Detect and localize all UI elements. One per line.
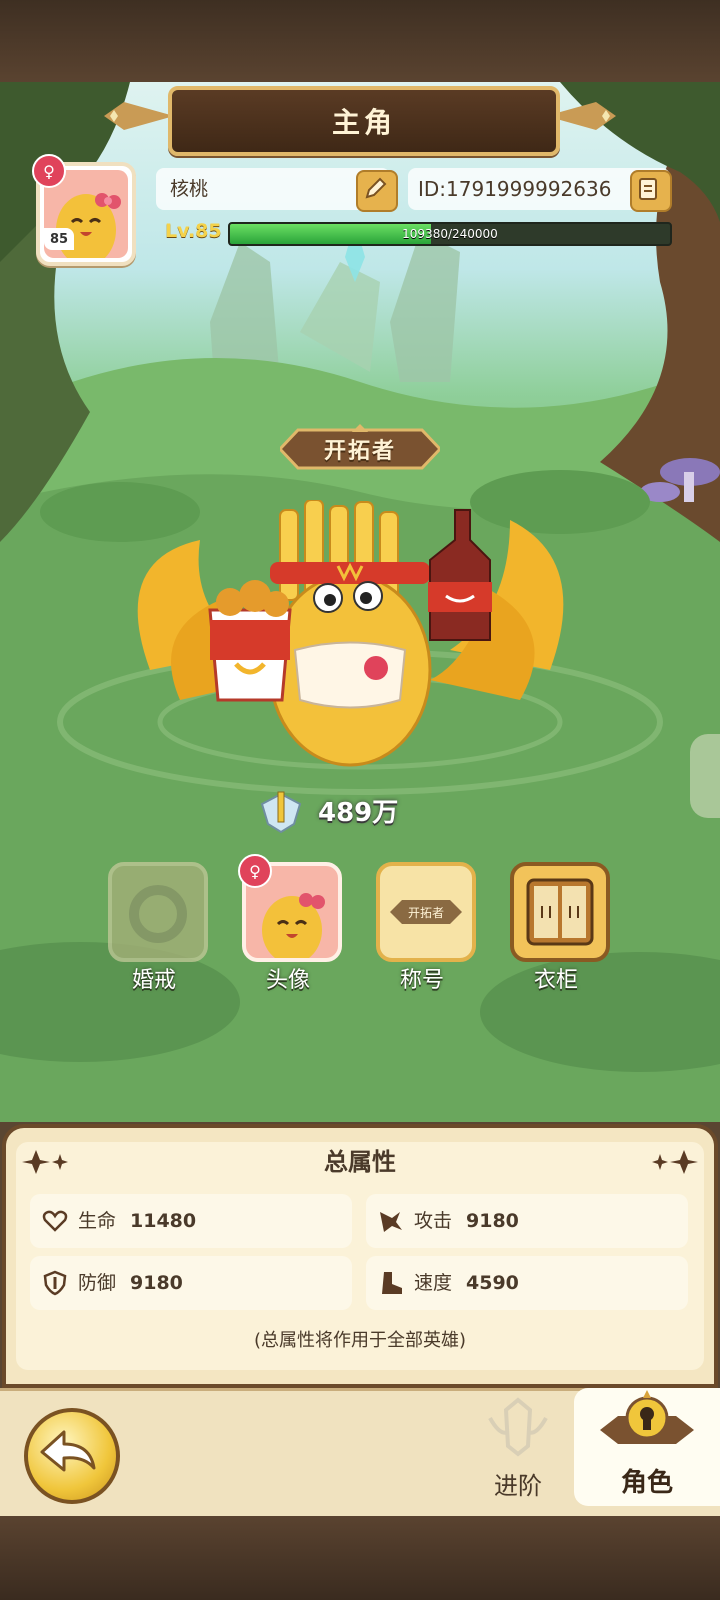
stat-hp-value: 11480 [130, 1210, 197, 1232]
title-icon: 开拓者 [390, 900, 462, 924]
avatar-level: 85 [44, 228, 74, 250]
copy-icon [639, 178, 657, 200]
stat-speed-value: 4590 [466, 1272, 519, 1294]
bottom-band [0, 1516, 720, 1600]
heart-icon [42, 1210, 68, 1232]
stats-title: 总属性 [324, 1148, 396, 1176]
pencil-icon [365, 177, 387, 199]
stats-note: (总属性将作用于全部英雄) [253, 1330, 467, 1351]
avatar-gender-icon: ♀ [238, 854, 272, 888]
back-arrow-icon [40, 1430, 96, 1472]
ring-icon [129, 885, 187, 943]
stat-hp-label: 生命 [78, 1210, 117, 1232]
stat-hp: 生命 11480 [30, 1194, 352, 1248]
character-sprite [137, 500, 564, 767]
player-id: ID:1791999992636 [418, 177, 612, 201]
stat-attack-label: 攻击 [414, 1210, 453, 1232]
tab-advance[interactable]: 进阶 [470, 1390, 566, 1514]
tab-character-label: 角色 [620, 1468, 673, 1498]
shield-icon [43, 1270, 67, 1296]
wardrobe-label: 衣柜 [533, 968, 578, 993]
title-badge-text: 开拓者 [323, 439, 396, 464]
power-sword-icon [260, 791, 302, 834]
copy-id-button[interactable] [630, 170, 672, 212]
attack-icon [380, 1212, 402, 1232]
side-expand-handle[interactable] [690, 734, 720, 818]
wardrobe-icon [526, 878, 594, 946]
back-button[interactable] [24, 1408, 120, 1504]
stat-defense-label: 防御 [78, 1272, 117, 1294]
avatar-label: 头像 [265, 968, 310, 993]
wardrobe-button[interactable] [510, 862, 610, 962]
stat-defense-value: 9180 [130, 1272, 183, 1294]
title-label: 称号 [399, 968, 444, 993]
stat-defense: 防御 9180 [30, 1256, 352, 1310]
banner-left-ornament [104, 102, 174, 130]
player-name-field: 核桃 [156, 168, 390, 210]
advance-icon [488, 1397, 548, 1457]
page-title: 主角 [331, 106, 396, 139]
title-button[interactable]: 开拓者 [376, 862, 476, 962]
ring-button[interactable] [108, 862, 208, 962]
stat-speed-label: 速度 [414, 1272, 453, 1294]
stat-attack: 攻击 9180 [366, 1194, 688, 1248]
boot-icon [382, 1272, 402, 1294]
tab-character[interactable]: 角色 [582, 1390, 712, 1514]
stat-attack-value: 9180 [466, 1210, 519, 1232]
title-icon-text: 开拓者 [408, 906, 444, 920]
xp-text: 109380/240000 [402, 227, 498, 241]
player-level: Lv.85 [165, 220, 222, 242]
edit-name-button[interactable] [356, 170, 398, 212]
title-banner: 主角 [168, 86, 560, 156]
stat-speed: 速度 4590 [366, 1256, 688, 1310]
character-icon [600, 1390, 694, 1444]
top-band [0, 0, 720, 82]
gender-female-icon: ♀ [32, 154, 66, 188]
tab-advance-label: 进阶 [494, 1472, 542, 1500]
power-value: 489万 [318, 798, 399, 828]
player-name: 核桃 [170, 178, 209, 200]
ring-label: 婚戒 [131, 968, 176, 993]
